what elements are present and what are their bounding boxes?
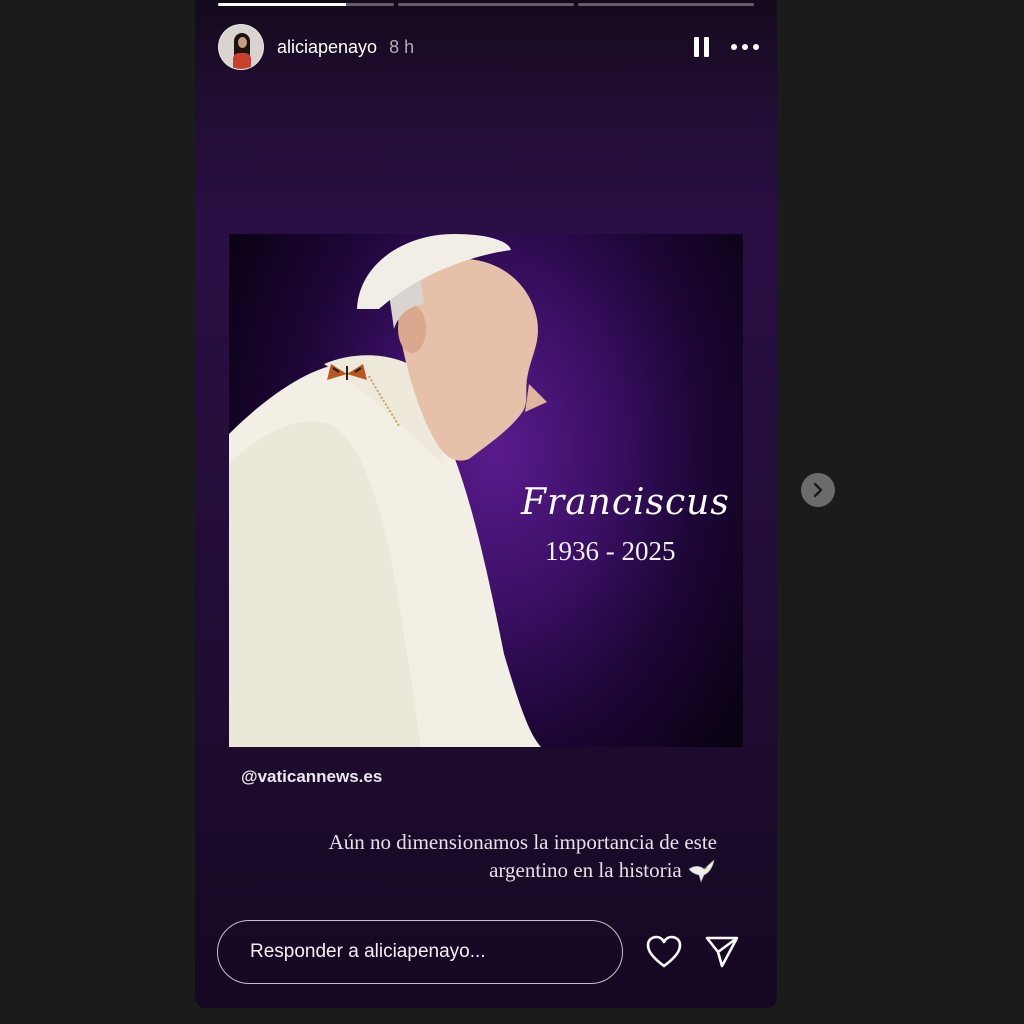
caption-line-1: Aún no dimensionamos la importancia de e… — [328, 830, 717, 854]
avatar[interactable] — [218, 24, 264, 70]
story-header: aliciapenayo 8 h — [218, 24, 759, 70]
like-heart-icon[interactable] — [646, 935, 682, 969]
story-viewer: aliciapenayo 8 h Franciscus 1936 - 2025 … — [195, 0, 777, 1008]
reply-field[interactable] — [217, 920, 623, 984]
next-story-button[interactable] — [801, 473, 835, 507]
story-caption: Aún no dimensionamos la importancia de e… — [255, 828, 717, 884]
caption-line-2: argentino en la historia — [255, 856, 717, 884]
progress-segment — [398, 3, 574, 6]
reply-input[interactable] — [248, 940, 592, 964]
timestamp: 8 h — [389, 36, 415, 57]
share-send-icon[interactable] — [705, 935, 739, 969]
username[interactable]: aliciapenayo — [277, 37, 377, 58]
more-options-icon[interactable] — [731, 44, 759, 50]
progress-segment — [578, 3, 754, 6]
dove-icon — [688, 859, 715, 883]
chevron-right-icon — [813, 482, 823, 498]
signature: Franciscus — [521, 482, 730, 523]
progress-segment — [218, 3, 394, 6]
caption-line-2-text: argentino en la historia — [489, 858, 682, 882]
mention-credit[interactable]: @vaticannews.es — [241, 767, 382, 787]
pause-icon[interactable] — [694, 37, 709, 57]
story-image: Franciscus 1936 - 2025 — [229, 234, 743, 747]
story-progress-bar — [218, 3, 754, 6]
years-text: 1936 - 2025 — [545, 536, 676, 566]
